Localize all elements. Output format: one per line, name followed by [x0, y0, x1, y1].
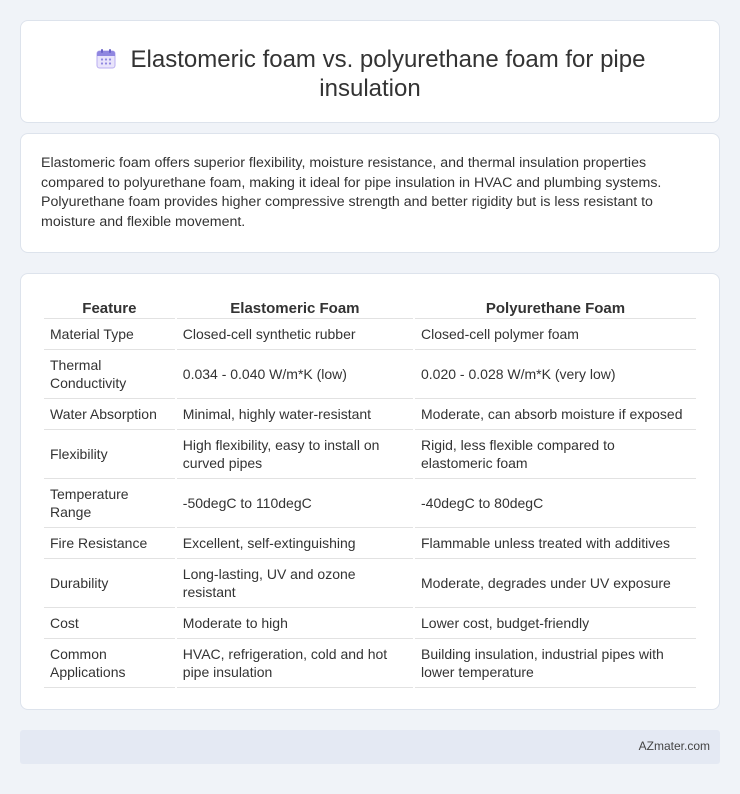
table-row: Material Type Closed-cell synthetic rubb… [44, 319, 696, 350]
feature-cell: Temperature Range [44, 479, 175, 528]
table-row: Water Absorption Minimal, highly water-r… [44, 399, 696, 430]
polyurethane-cell: Moderate, degrades under UV exposure [415, 559, 696, 608]
feature-cell: Common Applications [44, 639, 175, 688]
elastomeric-cell: 0.034 - 0.040 W/m*K (low) [176, 350, 413, 399]
table-row: Thermal Conductivity 0.034 - 0.040 W/m*K… [44, 350, 696, 399]
table-row: Flexibility High flexibility, easy to in… [44, 430, 696, 479]
header-elastomeric: Elastomeric Foam [176, 294, 413, 319]
feature-cell: Fire Resistance [44, 528, 175, 559]
table-row: Common Applications HVAC, refrigeration,… [44, 639, 696, 688]
header-feature: Feature [44, 294, 175, 319]
table-row: Cost Moderate to high Lower cost, budget… [44, 608, 696, 639]
table-row: Temperature Range -50degC to 110degC -40… [44, 479, 696, 528]
feature-cell: Water Absorption [44, 399, 175, 430]
title-line-2: insulation [319, 75, 421, 102]
elastomeric-cell: Minimal, highly water-resistant [176, 399, 413, 430]
feature-cell: Thermal Conductivity [44, 350, 175, 399]
elastomeric-cell: -50degC to 110degC [176, 479, 413, 528]
polyurethane-cell: Moderate, can absorb moisture if exposed [415, 399, 696, 430]
footer-site-link[interactable]: AZmater.com [639, 739, 710, 753]
polyurethane-cell: Closed-cell polymer foam [415, 319, 696, 350]
polyurethane-cell: Building insulation, industrial pipes wi… [415, 639, 696, 688]
feature-cell: Flexibility [44, 430, 175, 479]
table-row: Durability Long-lasting, UV and ozone re… [44, 559, 696, 608]
polyurethane-cell: -40degC to 80degC [415, 479, 696, 528]
elastomeric-cell: Closed-cell synthetic rubber [176, 319, 413, 350]
calendar-icon [96, 49, 116, 69]
elastomeric-cell: Excellent, self-extinguishing [176, 528, 413, 559]
header-polyurethane: Polyurethane Foam [415, 294, 696, 319]
title-card: Elastomeric foam vs. polyurethane foam f… [20, 20, 720, 123]
feature-cell: Material Type [44, 319, 175, 350]
summary-card: Elastomeric foam offers superior flexibi… [20, 133, 720, 253]
table-row: Fire Resistance Excellent, self-extingui… [44, 528, 696, 559]
table-header-row: Feature Elastomeric Foam Polyurethane Fo… [44, 294, 696, 319]
polyurethane-cell: Rigid, less flexible compared to elastom… [415, 430, 696, 479]
polyurethane-cell: Lower cost, budget-friendly [415, 608, 696, 639]
elastomeric-cell: Long-lasting, UV and ozone resistant [176, 559, 413, 608]
title-line-1: Elastomeric foam vs. polyurethane foam f… [130, 46, 646, 73]
polyurethane-cell: Flammable unless treated with additives [415, 528, 696, 559]
feature-cell: Cost [44, 608, 175, 639]
elastomeric-cell: HVAC, refrigeration, cold and hot pipe i… [176, 639, 413, 688]
footer-bar: AZmater.com [20, 730, 720, 764]
elastomeric-cell: High flexibility, easy to install on cur… [176, 430, 413, 479]
feature-cell: Durability [44, 559, 175, 608]
elastomeric-cell: Moderate to high [176, 608, 413, 639]
summary-text: Elastomeric foam offers superior flexibi… [41, 155, 662, 230]
page-title: Elastomeric foam vs. polyurethane foam f… [21, 45, 719, 103]
comparison-card: Feature Elastomeric Foam Polyurethane Fo… [20, 273, 720, 710]
comparison-table: Feature Elastomeric Foam Polyurethane Fo… [42, 294, 698, 688]
polyurethane-cell: 0.020 - 0.028 W/m*K (very low) [415, 350, 696, 399]
